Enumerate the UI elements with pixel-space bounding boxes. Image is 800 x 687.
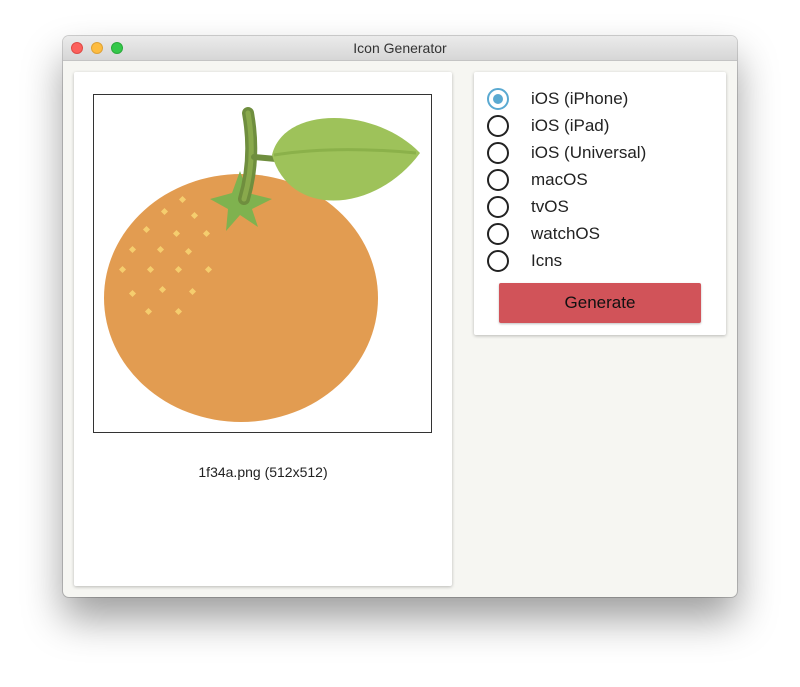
radio-label: Icns	[531, 251, 563, 270]
title-bar[interactable]: Icon Generator	[63, 36, 737, 61]
app-window: Icon Generator 1f34a.png (512x512) iOS (…	[63, 36, 737, 597]
radio-label: watchOS	[531, 224, 600, 243]
radio-unselected-icon[interactable]	[487, 115, 509, 137]
radio-macos[interactable]: macOS	[487, 166, 707, 193]
platform-options-panel: iOS (iPhone) iOS (iPad) iOS (Universal) …	[474, 72, 726, 335]
radio-tvos[interactable]: tvOS	[487, 193, 707, 220]
generate-button[interactable]: Generate	[499, 283, 701, 323]
radio-watchos[interactable]: watchOS	[487, 220, 707, 247]
radio-ios-iphone[interactable]: iOS (iPhone)	[487, 85, 707, 112]
radio-unselected-icon[interactable]	[487, 142, 509, 164]
radio-ios-ipad[interactable]: iOS (iPad)	[487, 112, 707, 139]
radio-label: tvOS	[531, 197, 569, 216]
radio-icns[interactable]: Icns	[487, 247, 707, 274]
radio-unselected-icon[interactable]	[487, 196, 509, 218]
radio-label: iOS (Universal)	[531, 143, 647, 162]
radio-label: iOS (iPad)	[531, 116, 610, 135]
file-caption: 1f34a.png (512x512)	[198, 464, 328, 480]
orange-fruit-icon	[104, 107, 420, 422]
radio-unselected-icon[interactable]	[487, 169, 509, 191]
radio-label: iOS (iPhone)	[531, 89, 629, 108]
radio-unselected-icon[interactable]	[487, 250, 509, 272]
radio-ios-universal[interactable]: iOS (Universal)	[487, 139, 707, 166]
radio-unselected-icon[interactable]	[487, 223, 509, 245]
radio-label: macOS	[531, 170, 588, 189]
preview-panel: 1f34a.png (512x512)	[74, 72, 452, 586]
radio-selected-icon[interactable]	[487, 88, 509, 110]
image-preview	[93, 94, 432, 433]
window-title: Icon Generator	[353, 40, 447, 56]
platform-radio-group: iOS (iPhone) iOS (iPad) iOS (Universal) …	[487, 85, 707, 274]
